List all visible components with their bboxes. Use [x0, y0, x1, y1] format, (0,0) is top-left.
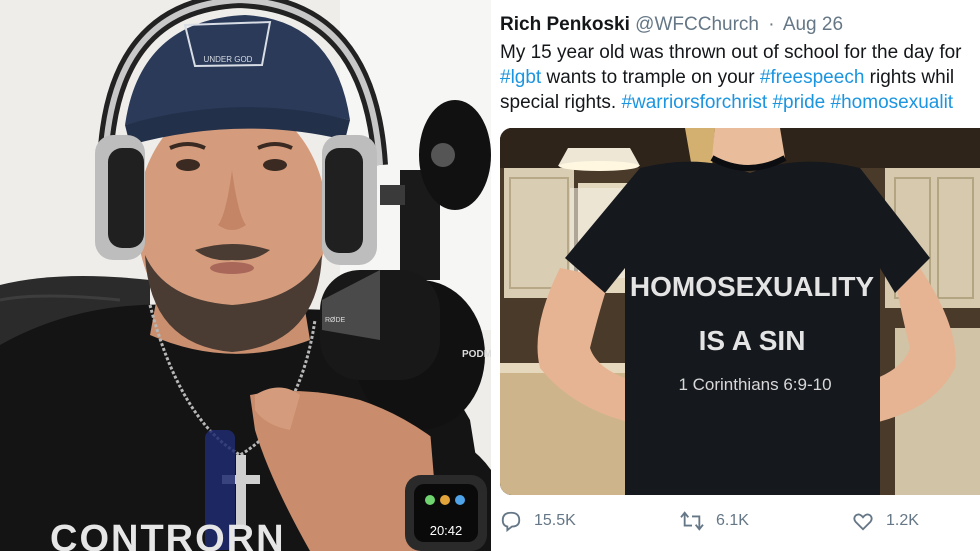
tweet-actions: 15.5K 6.1K 1.2K: [493, 510, 980, 540]
separator-dot: ·: [768, 14, 775, 35]
hashtag-link[interactable]: #warriorsforchrist: [621, 92, 767, 113]
reply-action[interactable]: 15.5K: [500, 510, 576, 532]
reply-count: 15.5K: [534, 512, 576, 529]
tweet-text: My 15 year old was thrown out of school …: [500, 40, 980, 115]
shirt-line-1: HOMOSEXUALITY: [630, 271, 875, 302]
mic-label: PODM: [462, 349, 491, 360]
tweet-line-1: My 15 year old was thrown out of school …: [500, 42, 962, 63]
hashtag-link[interactable]: #homosexualit: [831, 92, 954, 113]
like-count: 1.2K: [886, 512, 919, 529]
watch-time: 20:42: [430, 523, 463, 538]
hashtag-link[interactable]: #pride: [772, 92, 825, 113]
cap-logo-text: UNDER GOD: [204, 55, 253, 64]
retweet-count: 6.1K: [716, 512, 749, 529]
tweet-text-segment: wants to trample on your: [541, 67, 760, 88]
shirt-line-3: 1 Corinthians 6:9-10: [678, 375, 831, 394]
hashtag-link[interactable]: #lgbt: [500, 67, 541, 88]
tweet-line-3: special rights. #warriorsforchrist #prid…: [500, 90, 980, 115]
tweet-card: Rich Penkoski @WFCChurch · Aug 26 My 15 …: [493, 0, 980, 551]
tweet-line-2: #lgbt wants to trample on your #freespee…: [500, 65, 980, 90]
author-handle[interactable]: @WFCChurch: [635, 14, 759, 35]
tweet-text-segment: special rights.: [500, 92, 622, 113]
heart-icon: [853, 513, 873, 531]
podcaster-illustration: UNDER GOD PODM RØDE 20:42 CONTRORN: [0, 0, 491, 551]
retweet-action[interactable]: 6.1K: [680, 510, 749, 532]
podcaster-photo: UNDER GOD PODM RØDE 20:42 CONTRORN: [0, 0, 491, 551]
shirt-photo: HOMOSEXUALITY IS A SIN 1 Corinthians 6:9…: [500, 128, 980, 495]
tweet-text-segment: rights whil: [864, 67, 955, 88]
shirt-print: CONTRORN: [50, 518, 286, 551]
shirt-line-2: IS A SIN: [699, 325, 806, 356]
hashtag-link[interactable]: #freespeech: [760, 67, 865, 88]
retweet-icon: [680, 511, 704, 531]
like-action[interactable]: 1.2K: [852, 510, 919, 532]
tweet-header: Rich Penkoski @WFCChurch · Aug 26: [500, 14, 843, 36]
tweet-image[interactable]: HOMOSEXUALITY IS A SIN 1 Corinthians 6:9…: [500, 128, 980, 495]
mic-brand: RØDE: [325, 317, 346, 324]
author-name[interactable]: Rich Penkoski: [500, 14, 630, 35]
reply-icon: [501, 511, 521, 532]
tweet-date[interactable]: Aug 26: [783, 14, 843, 35]
